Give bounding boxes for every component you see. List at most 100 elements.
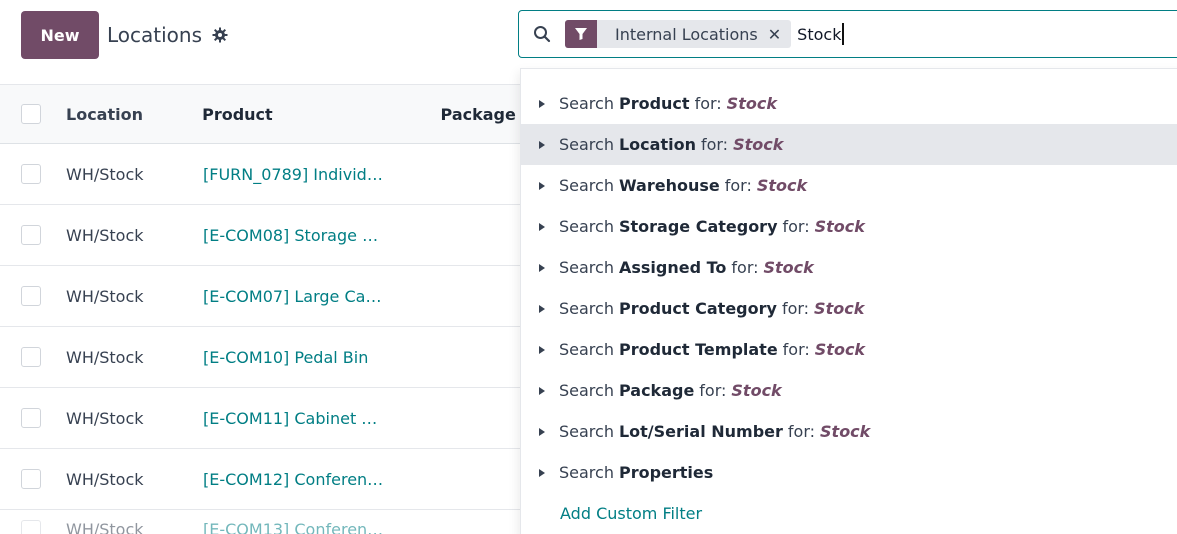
search-value: Stock: [756, 176, 808, 195]
for-text: for:: [787, 422, 816, 441]
for-text: for:: [694, 94, 722, 113]
search-field-name: Storage Category: [618, 217, 778, 236]
search-option-lot-serial-number[interactable]: Search Lot/Serial Number for: Stock: [521, 411, 1177, 452]
table-row[interactable]: WH/Stock [E-COM07] Large Ca…: [0, 266, 520, 327]
search-option-product[interactable]: Search Product for: Stock: [521, 83, 1177, 124]
cell-location: WH/Stock: [66, 408, 144, 428]
row-checkbox[interactable]: [21, 408, 41, 428]
search-field-name: Package: [618, 381, 695, 400]
search-value: Stock: [763, 258, 814, 277]
row-checkbox[interactable]: [21, 225, 41, 245]
search-query: Stock: [797, 24, 842, 44]
caret-right-icon[interactable]: [539, 263, 545, 272]
cell-product-link[interactable]: [E-COM07] Large Ca…: [203, 287, 443, 306]
new-button[interactable]: New: [21, 11, 99, 59]
cell-product-link[interactable]: [E-COM10] Pedal Bin: [203, 348, 443, 367]
search-option-storage-category[interactable]: Search Storage Category for: Stock: [521, 206, 1177, 247]
search-prefix: Search: [559, 422, 614, 441]
for-text: for:: [699, 381, 727, 400]
search-value: Stock: [731, 381, 782, 400]
add-custom-filter-link[interactable]: Add Custom Filter: [521, 493, 1177, 534]
search-value: Stock: [733, 135, 784, 154]
breadcrumb: Locations: [107, 20, 228, 50]
for-text: for:: [724, 176, 752, 195]
search-field-name: Location: [618, 135, 696, 154]
for-text: for:: [782, 217, 810, 236]
row-checkbox[interactable]: [21, 519, 41, 534]
row-checkbox[interactable]: [21, 469, 41, 489]
caret-right-icon[interactable]: [539, 181, 545, 190]
cell-product-link[interactable]: [FURN_0789] Individ…: [203, 165, 443, 184]
row-checkbox[interactable]: [21, 286, 41, 306]
search-option-location[interactable]: Search Location for: Stock: [521, 124, 1177, 165]
search-prefix: Search: [559, 381, 614, 400]
search-autocomplete-dropdown: Search Product for: Stock Search Location for:…: [520, 68, 1177, 534]
filter-icon: [565, 20, 597, 48]
cell-location: WH/Stock: [66, 469, 144, 489]
caret-right-icon[interactable]: [539, 304, 545, 313]
gear-icon[interactable]: [212, 27, 228, 43]
search-value: Stock: [726, 94, 777, 113]
list-header: Location Product Package: [0, 84, 520, 144]
search-prefix: Search: [559, 258, 614, 277]
caret-right-icon[interactable]: [539, 222, 545, 231]
search-facet: Internal Locations ✕: [565, 20, 792, 48]
caret-right-icon[interactable]: [539, 99, 545, 108]
for-text: for:: [781, 299, 810, 318]
search-value: Stock: [820, 422, 871, 441]
search-icon: [533, 25, 551, 43]
search-field-name: Properties: [618, 463, 714, 482]
row-checkbox[interactable]: [21, 347, 41, 367]
for-text: for:: [700, 135, 729, 154]
search-option-properties[interactable]: Search Properties: [521, 452, 1177, 493]
caret-right-icon[interactable]: [539, 386, 545, 395]
search-value: Stock: [814, 217, 865, 236]
caret-right-icon[interactable]: [539, 468, 545, 477]
search-prefix: Search: [559, 176, 614, 195]
table-row[interactable]: WH/Stock [FURN_0789] Individ…: [0, 144, 520, 205]
cell-location: WH/Stock: [66, 520, 144, 534]
table-row[interactable]: WH/Stock [E-COM10] Pedal Bin: [0, 327, 520, 388]
text-caret: [842, 23, 844, 45]
search-option-product-category[interactable]: Search Product Category for: Stock: [521, 288, 1177, 329]
facet-label: Internal Locations: [615, 24, 758, 44]
search-prefix: Search: [559, 299, 614, 318]
search-input[interactable]: Stock: [797, 23, 844, 45]
search-prefix: Search: [559, 135, 614, 154]
search-field-name: Warehouse: [618, 176, 720, 195]
search-option-product-template[interactable]: Search Product Template for: Stock: [521, 329, 1177, 370]
search-prefix: Search: [559, 463, 614, 482]
table-row[interactable]: WH/Stock [E-COM11] Cabinet …: [0, 388, 520, 449]
table-row[interactable]: WH/Stock [E-COM12] Conferen…: [0, 449, 520, 510]
search-bar[interactable]: Internal Locations ✕ Stock: [518, 10, 1177, 58]
row-checkbox[interactable]: [21, 164, 41, 184]
table-row[interactable]: WH/Stock [E-COM13] Conferen…: [0, 510, 520, 534]
search-field-name: Product Category: [618, 299, 777, 318]
page-title: Locations: [107, 23, 203, 47]
caret-right-icon[interactable]: [539, 345, 545, 354]
for-text: for:: [782, 340, 810, 359]
caret-right-icon[interactable]: [539, 427, 545, 436]
cell-product-link[interactable]: [E-COM08] Storage …: [203, 226, 443, 245]
list-view: Location Product Package WH/Stock [FURN_0…: [0, 84, 520, 534]
search-value: Stock: [814, 340, 866, 359]
search-option-package[interactable]: Search Package for: Stock: [521, 370, 1177, 411]
cell-location: WH/Stock: [66, 286, 144, 306]
close-icon[interactable]: ✕: [768, 25, 791, 44]
cell-location: WH/Stock: [66, 164, 144, 184]
column-header-product[interactable]: Product: [202, 105, 440, 124]
search-option-warehouse[interactable]: Search Warehouse for: Stock: [521, 165, 1177, 206]
table-row[interactable]: WH/Stock [E-COM08] Storage …: [0, 205, 520, 266]
select-all-checkbox[interactable]: [21, 104, 41, 124]
cell-product-link[interactable]: [E-COM13] Conferen…: [203, 520, 443, 534]
cell-product-link[interactable]: [E-COM12] Conferen…: [203, 470, 443, 489]
column-header-location[interactable]: Location: [66, 105, 202, 124]
cell-product-link[interactable]: [E-COM11] Cabinet …: [203, 409, 443, 428]
column-header-package[interactable]: Package: [441, 105, 520, 124]
search-field-name: Product Template: [618, 340, 778, 359]
caret-right-icon[interactable]: [539, 140, 545, 149]
search-prefix: Search: [559, 340, 614, 359]
search-option-assigned-to[interactable]: Search Assigned To for: Stock: [521, 247, 1177, 288]
search-field-name: Assigned To: [618, 258, 727, 277]
search-field-name: Lot/Serial Number: [618, 422, 783, 441]
